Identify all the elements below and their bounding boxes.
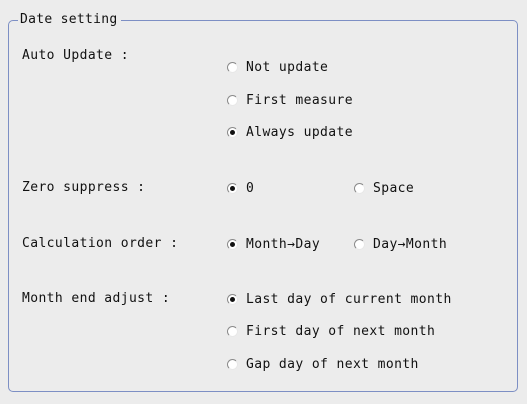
radio-label: Not update xyxy=(246,59,329,75)
radio-gap-day-next-month[interactable]: Gap day of next month xyxy=(227,355,419,373)
radio-label: Space xyxy=(373,180,415,196)
radio-label: Month→Day xyxy=(246,236,321,252)
radio-circle[interactable] xyxy=(227,126,238,138)
radio-circle[interactable] xyxy=(227,94,238,106)
radio-circle[interactable] xyxy=(227,325,238,337)
radio-circle[interactable] xyxy=(227,293,238,305)
calculation-order-label: Calculation order : xyxy=(22,236,179,251)
radio-circle[interactable] xyxy=(227,61,238,73)
radio-circle[interactable] xyxy=(354,238,365,250)
radio-space[interactable]: Space xyxy=(354,179,414,197)
radio-circle[interactable] xyxy=(354,182,365,194)
radio-label: 0 xyxy=(246,180,255,196)
radio-first-measure[interactable]: First measure xyxy=(227,91,353,109)
radio-label: Last day of current month xyxy=(246,291,452,307)
group-title: Date setting xyxy=(18,11,121,29)
radio-first-day-next-month[interactable]: First day of next month xyxy=(227,322,435,340)
month-end-adjust-label: Month end adjust : xyxy=(22,291,171,306)
radio-label: First day of next month xyxy=(246,323,436,339)
radio-circle[interactable] xyxy=(227,182,238,194)
radio-circle[interactable] xyxy=(227,358,238,370)
radio-zero[interactable]: 0 xyxy=(227,179,254,197)
radio-label: Day→Month xyxy=(373,236,448,252)
radio-circle[interactable] xyxy=(227,238,238,250)
radio-month-day[interactable]: Month→Day xyxy=(227,235,320,253)
auto-update-label: Auto Update : xyxy=(22,48,129,63)
radio-not-update[interactable]: Not update xyxy=(227,58,328,76)
radio-label: First measure xyxy=(246,92,353,108)
radio-label: Gap day of next month xyxy=(246,356,419,372)
radio-label: Always update xyxy=(246,124,353,140)
radio-last-day-current-month[interactable]: Last day of current month xyxy=(227,290,452,308)
radio-day-month[interactable]: Day→Month xyxy=(354,235,447,253)
radio-always-update[interactable]: Always update xyxy=(227,123,353,141)
zero-suppress-label: Zero suppress : xyxy=(22,180,146,195)
